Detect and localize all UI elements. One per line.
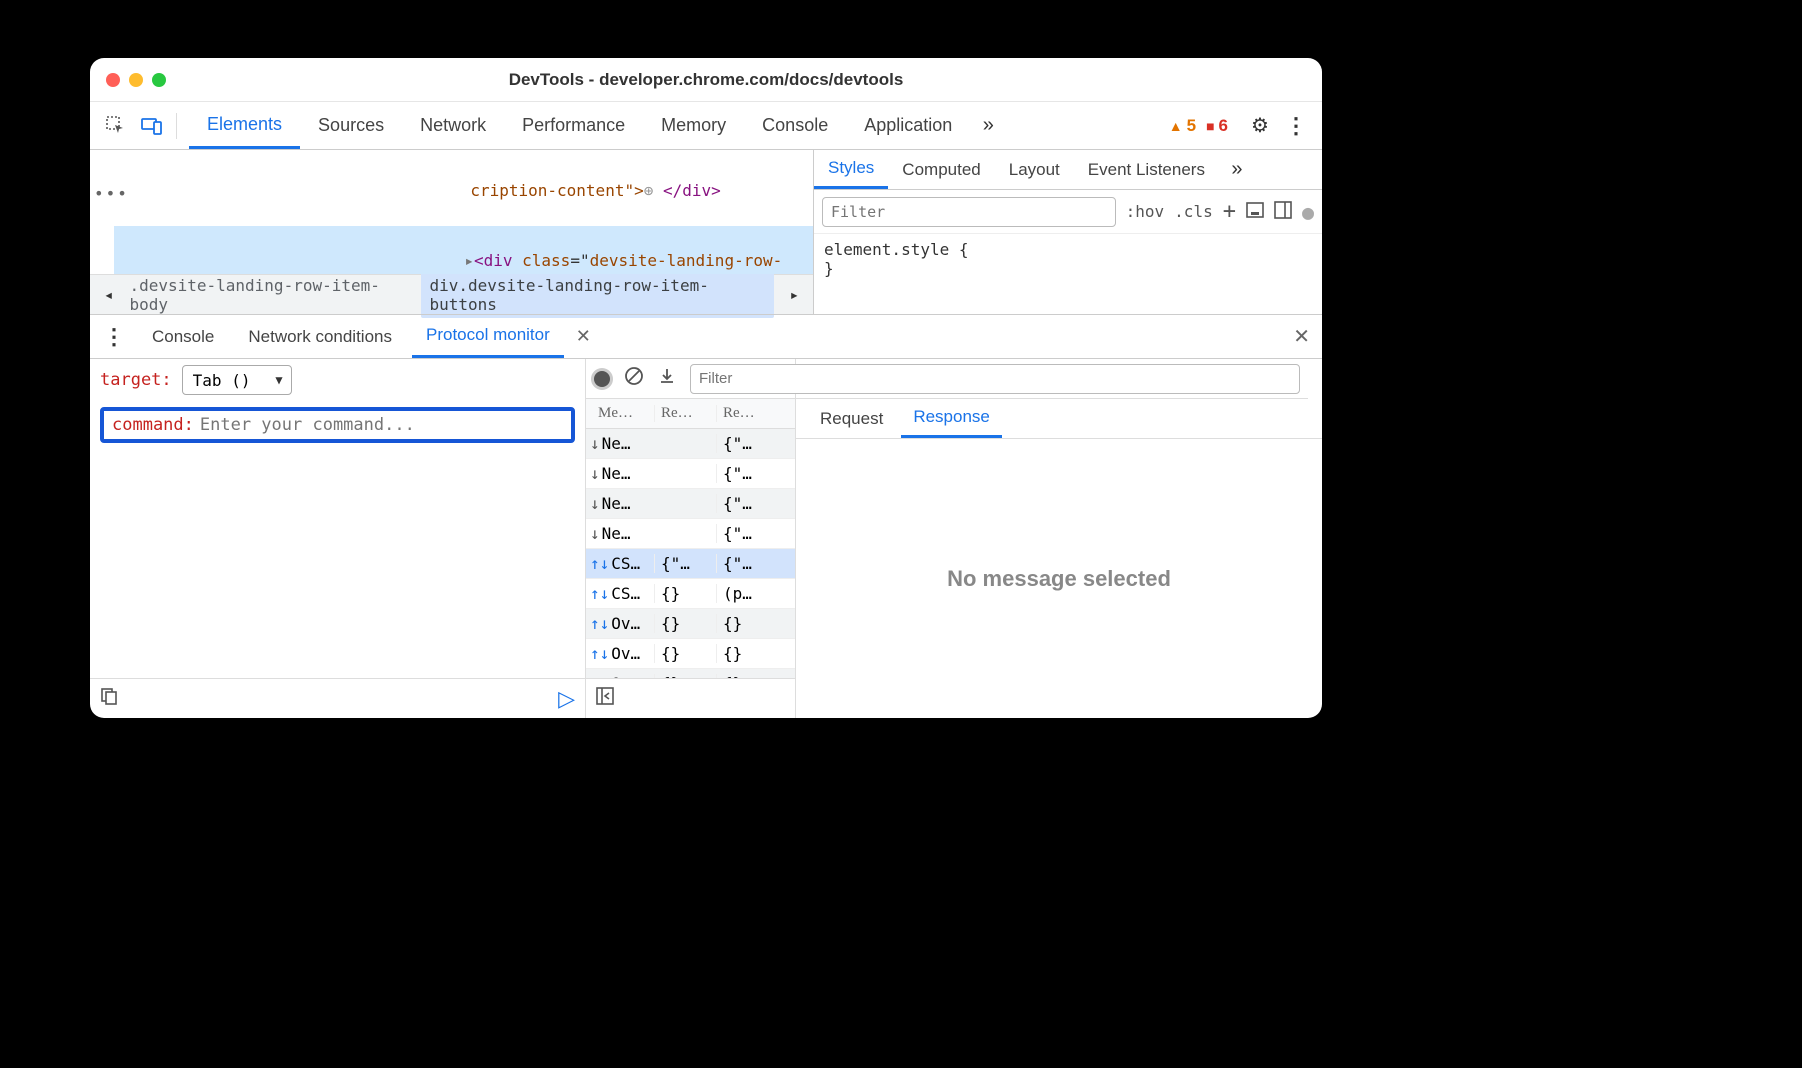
protocol-monitor-footer: ▷ [90, 678, 585, 718]
tab-elements[interactable]: Elements [189, 102, 300, 149]
col-header[interactable]: Me… [586, 405, 654, 422]
protocol-monitor-toolbar [586, 359, 1308, 399]
table-row[interactable]: ↑↓ Ov…{}{} [586, 669, 795, 678]
titlebar: DevTools - developer.chrome.com/docs/dev… [90, 58, 1322, 102]
elements-tree[interactable]: ••• cription-content">⊕ </div> ▸<div cla… [90, 150, 813, 274]
drawer-tab-console[interactable]: Console [138, 315, 228, 358]
drawer-tabbar: Console Network conditions Protocol moni… [90, 314, 1322, 358]
protocol-detail-pane: Request Response No message selected [796, 359, 1322, 718]
table-row[interactable]: ↑↓ CS…{}(p… [586, 579, 795, 609]
styles-tabbar: Styles Computed Layout Event Listeners [814, 150, 1322, 190]
empty-state: No message selected [796, 439, 1322, 718]
drawer-close-icon[interactable]: ✕ [1287, 324, 1316, 349]
detail-tabs: Request Response [796, 399, 1322, 439]
hov-toggle[interactable]: :hov [1126, 202, 1165, 221]
inspect-icon[interactable] [98, 108, 134, 144]
tab-network[interactable]: Network [402, 102, 504, 149]
col-header[interactable]: Re… [716, 405, 784, 422]
protocol-monitor-list: Me… Re… Re… ↓ Ne…{"…↓ Ne…{"…↓ Ne…{"…↓ Ne… [586, 359, 796, 718]
protocol-filter-input[interactable] [690, 364, 1300, 394]
table-row[interactable]: ↑↓ Ov…{}{} [586, 639, 795, 669]
drawer-tab-network-conditions[interactable]: Network conditions [234, 315, 406, 358]
styles-more-icon[interactable] [1219, 152, 1255, 188]
styles-body[interactable]: element.style { } [814, 234, 1322, 284]
protocol-monitor-command-pane: target: Tab () command: ▷ [90, 359, 586, 718]
detail-tab-response[interactable]: Response [901, 399, 1002, 438]
cls-toggle[interactable]: .cls [1174, 202, 1213, 221]
protocol-table[interactable]: Me… Re… Re… ↓ Ne…{"…↓ Ne…{"…↓ Ne…{"…↓ Ne… [586, 399, 795, 678]
traffic-lights [106, 73, 166, 87]
tab-sources[interactable]: Sources [300, 102, 402, 149]
command-input[interactable] [200, 415, 563, 435]
breadcrumb: ◂ .devsite-landing-row-item-body div.dev… [90, 274, 813, 314]
toggle-sidebar-icon[interactable] [596, 687, 614, 710]
main-toolbar: Elements Sources Network Performance Mem… [90, 102, 1322, 150]
tab-memory[interactable]: Memory [643, 102, 744, 149]
download-icon[interactable] [658, 367, 676, 390]
table-row[interactable]: ↓ Ne…{"… [586, 519, 795, 549]
new-style-rule-icon[interactable]: + [1223, 199, 1236, 224]
breadcrumb-left-icon[interactable]: ◂ [100, 285, 117, 304]
detail-tab-request[interactable]: Request [808, 399, 895, 438]
styles-tab-styles[interactable]: Styles [814, 150, 888, 189]
computed-sidebar-icon[interactable] [1274, 201, 1292, 223]
styles-tab-computed[interactable]: Computed [888, 150, 994, 189]
drawer-menu-icon[interactable] [96, 319, 132, 355]
devtools-window: DevTools - developer.chrome.com/docs/dev… [90, 58, 1322, 718]
target-label: target: [100, 370, 172, 390]
main-tabs: Elements Sources Network Performance Mem… [189, 102, 1006, 149]
more-tabs-icon[interactable] [970, 108, 1006, 144]
maximize-window-button[interactable] [152, 73, 166, 87]
record-icon[interactable] [594, 371, 610, 387]
kebab-menu-icon[interactable] [1278, 108, 1314, 144]
send-icon[interactable]: ▷ [558, 686, 575, 712]
close-window-button[interactable] [106, 73, 120, 87]
table-row[interactable]: ↑↓ CS…{"…{"… [586, 549, 795, 579]
breadcrumb-item-selected[interactable]: div.devsite-landing-row-item-buttons [421, 272, 773, 318]
tab-console[interactable]: Console [744, 102, 846, 149]
ellipsis-icon[interactable]: ••• [94, 184, 129, 203]
table-row[interactable]: ↓ Ne…{"… [586, 459, 795, 489]
table-row[interactable]: ↑↓ Ov…{}{} [586, 609, 795, 639]
styles-filter-input[interactable] [822, 197, 1116, 227]
styles-tab-layout[interactable]: Layout [995, 150, 1074, 189]
command-input-highlight: command: [100, 407, 575, 443]
drawer-tab-protocol-monitor[interactable]: Protocol monitor [412, 315, 564, 358]
styles-toolbar: :hov .cls + ● [814, 190, 1322, 234]
errors-badge[interactable]: 6 [1206, 116, 1228, 136]
tab-performance[interactable]: Performance [504, 102, 643, 149]
flexbox-editor-icon[interactable] [1246, 201, 1264, 223]
tab-application[interactable]: Application [846, 102, 970, 149]
clear-icon[interactable] [624, 366, 644, 391]
table-row[interactable]: ↓ Ne…{"… [586, 429, 795, 459]
drawer-tab-close-icon[interactable]: ✕ [570, 326, 597, 347]
breadcrumb-right-icon[interactable]: ▸ [786, 285, 803, 304]
table-row[interactable]: ↓ Ne…{"… [586, 489, 795, 519]
warnings-badge[interactable]: 5 [1169, 116, 1196, 136]
minimize-window-button[interactable] [129, 73, 143, 87]
window-title: DevTools - developer.chrome.com/docs/dev… [166, 70, 1246, 90]
breadcrumb-item[interactable]: .devsite-landing-row-item-body [129, 276, 409, 314]
copy-icon[interactable] [100, 687, 118, 710]
settings-icon[interactable] [1242, 108, 1278, 144]
command-label: command: [112, 415, 194, 435]
col-header[interactable]: Re… [654, 405, 716, 422]
styles-tab-eventlisteners[interactable]: Event Listeners [1074, 150, 1219, 189]
device-toolbar-icon[interactable] [134, 108, 170, 144]
target-select[interactable]: Tab () [182, 365, 292, 395]
